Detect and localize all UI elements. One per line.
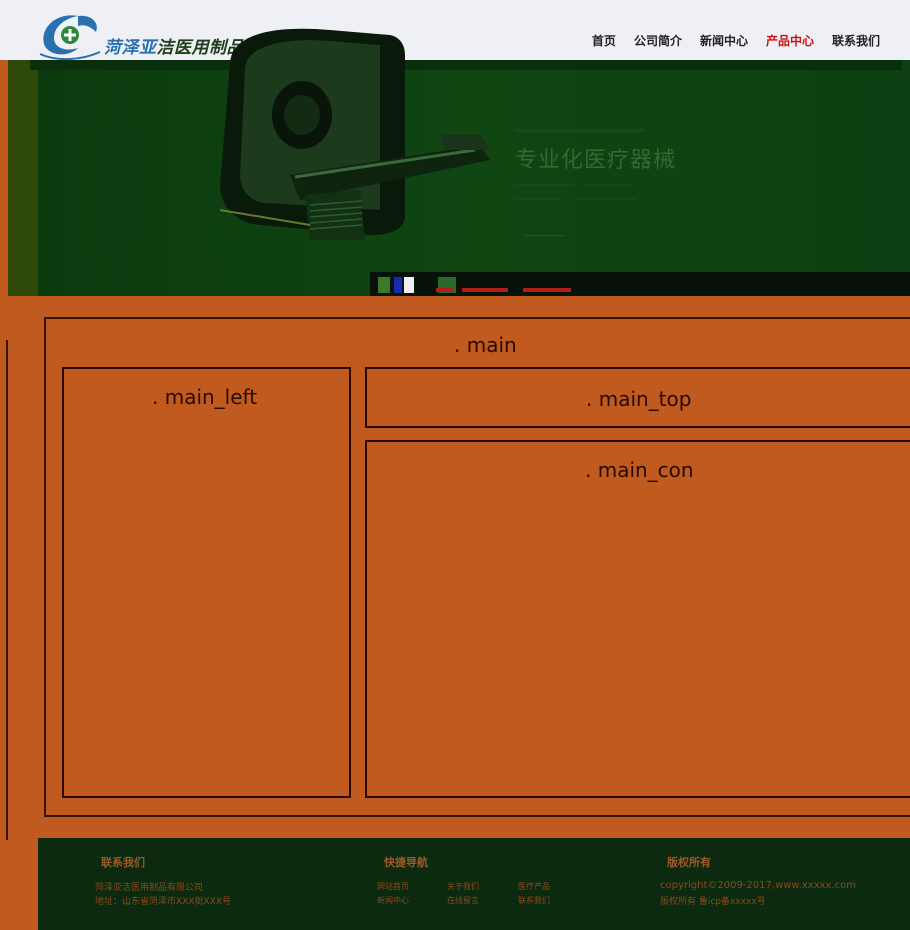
footer-contact-heading: 联系我们 (101, 856, 145, 869)
logo-icon[interactable] (38, 8, 102, 60)
footer-edge (8, 838, 38, 930)
main-left-panel (62, 367, 351, 798)
logo-text-blue: 菏泽亚 (104, 38, 157, 58)
banner-title: 专业化医疗器械 (515, 148, 677, 173)
footer-company-name: 菏泽亚洁医用制品有限公司 (95, 883, 204, 893)
footer-link-news[interactable]: 新闻中心 (377, 895, 409, 906)
slider-indicator[interactable] (523, 288, 571, 292)
slider-indicator[interactable] (436, 288, 454, 292)
ct-scanner-image (219, 28, 490, 240)
footer-address: 地址：山东省菏泽市XXX街XXX号 (95, 897, 231, 907)
footer-copyright-heading: 版权所有 (667, 856, 711, 869)
slider-indicator[interactable] (462, 288, 508, 292)
main-left-label: . main_left (152, 385, 258, 409)
main-top-label: . main_top (586, 387, 692, 411)
banner-more-button[interactable] (524, 222, 564, 236)
banner-edge (8, 60, 38, 296)
slider-dot[interactable] (394, 277, 402, 293)
main-content-panel (365, 440, 910, 798)
nav-item-contact[interactable]: 联系我们 (832, 32, 880, 49)
main-label: . main (454, 333, 517, 357)
page-left-edge (6, 340, 9, 840)
banner-detail-line (585, 184, 630, 186)
banner-subtitle-line (515, 125, 645, 132)
banner-detail-line (575, 198, 635, 200)
footer-link-contact[interactable]: 联系我们 (518, 895, 550, 906)
main-nav: 首页 公司简介 新闻中心 产品中心 联系我们 (592, 32, 880, 49)
slider-dot[interactable] (378, 277, 390, 293)
nav-item-home[interactable]: 首页 (592, 32, 616, 49)
footer-copyright-line: copyright©2009-2017,www.xxxxx.com (660, 880, 856, 891)
nav-item-news[interactable]: 新闻中心 (700, 32, 748, 49)
banner-detail-line (515, 198, 560, 200)
footer-nav-heading: 快捷导航 (384, 856, 428, 869)
slider-dot[interactable] (404, 277, 414, 293)
footer-icp-line: 版权所有 鲁icp备xxxxx号 (660, 897, 766, 907)
nav-item-about[interactable]: 公司简介 (634, 32, 682, 49)
footer-link-home[interactable]: 网站首页 (377, 881, 409, 892)
main-content-label: . main_con (585, 458, 694, 482)
footer-link-about[interactable]: 关于我们 (447, 881, 479, 892)
footer-link-products[interactable]: 医疗产品 (518, 881, 550, 892)
banner-detail-line (515, 184, 575, 186)
footer-link-message[interactable]: 在线留言 (447, 895, 479, 906)
nav-item-products[interactable]: 产品中心 (766, 32, 814, 49)
